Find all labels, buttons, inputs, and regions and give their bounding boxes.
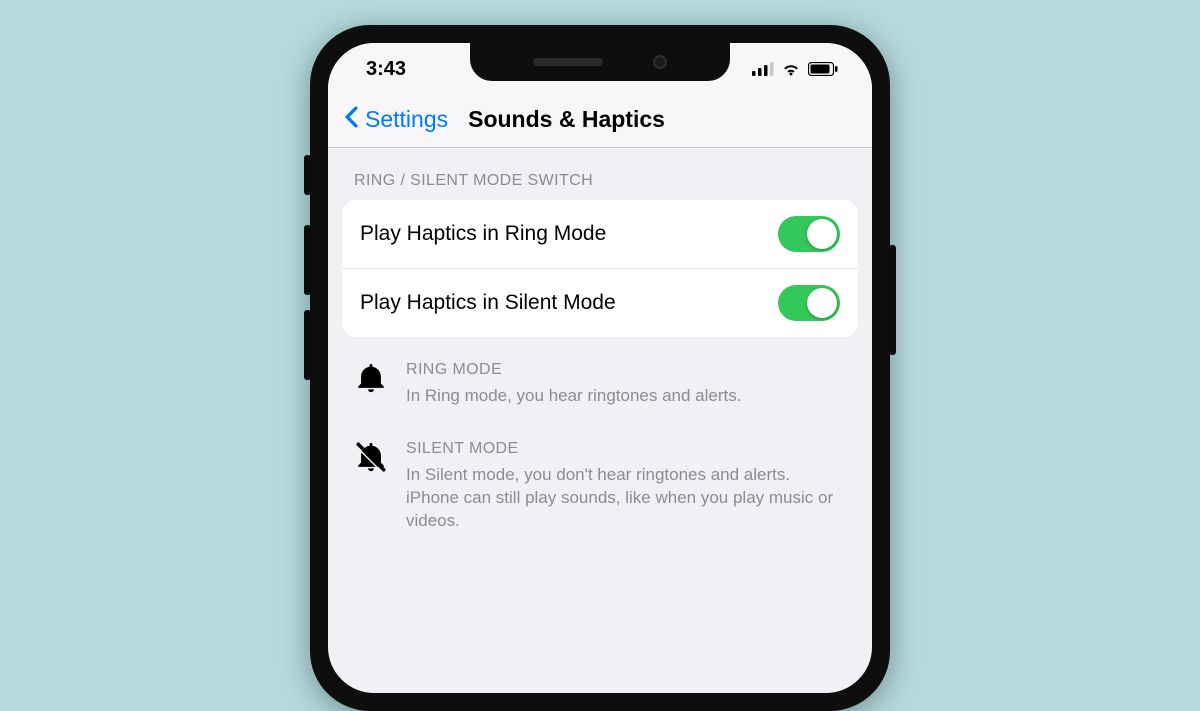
info-silent-mode: SILENT MODE In Silent mode, you don't he… (328, 416, 872, 541)
battery-icon (808, 62, 838, 76)
info-title: SILENT MODE (406, 440, 846, 458)
toggle-knob (807, 288, 837, 318)
phone-device-frame: 3:43 Settings Sounds & Haptics RING (310, 25, 890, 711)
page-title: Sounds & Haptics (468, 106, 665, 133)
info-title: RING MODE (406, 361, 741, 379)
front-camera (653, 55, 667, 69)
mute-switch (304, 155, 311, 195)
settings-content: RING / SILENT MODE SWITCH Play Haptics i… (328, 148, 872, 541)
row-haptics-ring-mode: Play Haptics in Ring Mode (342, 200, 858, 268)
cellular-signal-icon (752, 62, 774, 76)
info-ring-mode: RING MODE In Ring mode, you hear rington… (328, 337, 872, 416)
wifi-icon (781, 62, 801, 76)
volume-down-button (304, 310, 311, 380)
phone-screen: 3:43 Settings Sounds & Haptics RING (328, 43, 872, 693)
info-description: In Silent mode, you don't hear ringtones… (406, 464, 846, 533)
bell-slash-icon (354, 440, 388, 533)
status-indicators (752, 62, 844, 76)
back-button-label[interactable]: Settings (365, 106, 448, 133)
bell-icon (354, 361, 388, 408)
info-description: In Ring mode, you hear ringtones and ale… (406, 385, 741, 408)
earpiece-speaker (533, 58, 603, 66)
power-button (889, 245, 896, 355)
display-notch (470, 43, 730, 81)
toggle-haptics-silent-mode[interactable] (778, 285, 840, 321)
volume-up-button (304, 225, 311, 295)
toggle-haptics-ring-mode[interactable] (778, 216, 840, 252)
back-chevron-icon[interactable] (344, 105, 359, 133)
status-time: 3:43 (356, 58, 406, 81)
row-label: Play Haptics in Silent Mode (360, 291, 616, 315)
row-haptics-silent-mode: Play Haptics in Silent Mode (342, 268, 858, 337)
row-label: Play Haptics in Ring Mode (360, 222, 606, 246)
toggle-knob (807, 219, 837, 249)
navigation-bar: Settings Sounds & Haptics (328, 95, 872, 148)
section-header-ring-silent: RING / SILENT MODE SWITCH (328, 148, 872, 200)
haptics-settings-card: Play Haptics in Ring Mode Play Haptics i… (342, 200, 858, 337)
